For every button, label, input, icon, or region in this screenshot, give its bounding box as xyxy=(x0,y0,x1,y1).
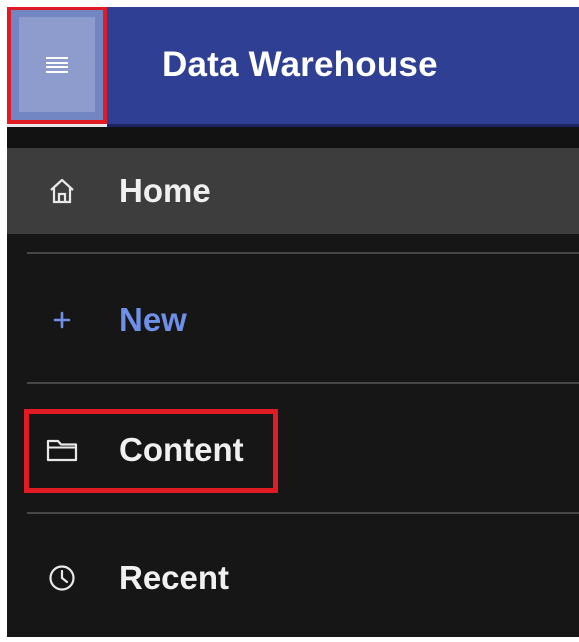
app-header: Data Warehouse xyxy=(7,7,579,124)
sidebar-top-gap xyxy=(7,127,579,148)
nav-label-content: Content xyxy=(119,431,244,468)
plus-icon xyxy=(45,303,79,337)
app-title: Data Warehouse xyxy=(162,45,438,84)
nav-label-new: New xyxy=(119,301,187,338)
hamburger-menu-button[interactable] xyxy=(7,7,107,124)
folder-icon xyxy=(45,433,79,467)
nav-label-home: Home xyxy=(119,172,211,209)
home-icon xyxy=(45,174,79,208)
clock-icon xyxy=(45,561,79,595)
menu-icon xyxy=(46,57,68,73)
nav-label-recent: Recent xyxy=(119,559,230,596)
app-frame: Data Warehouse Home New Content Recent xyxy=(7,7,579,637)
nav-item-recent[interactable]: Recent xyxy=(7,533,579,623)
nav-divider xyxy=(27,252,579,254)
nav-divider xyxy=(27,512,579,514)
nav-item-new[interactable]: New xyxy=(7,275,579,365)
nav-divider xyxy=(27,382,579,384)
nav-item-home[interactable]: Home xyxy=(7,148,579,234)
nav-item-content[interactable]: Content xyxy=(7,405,579,495)
